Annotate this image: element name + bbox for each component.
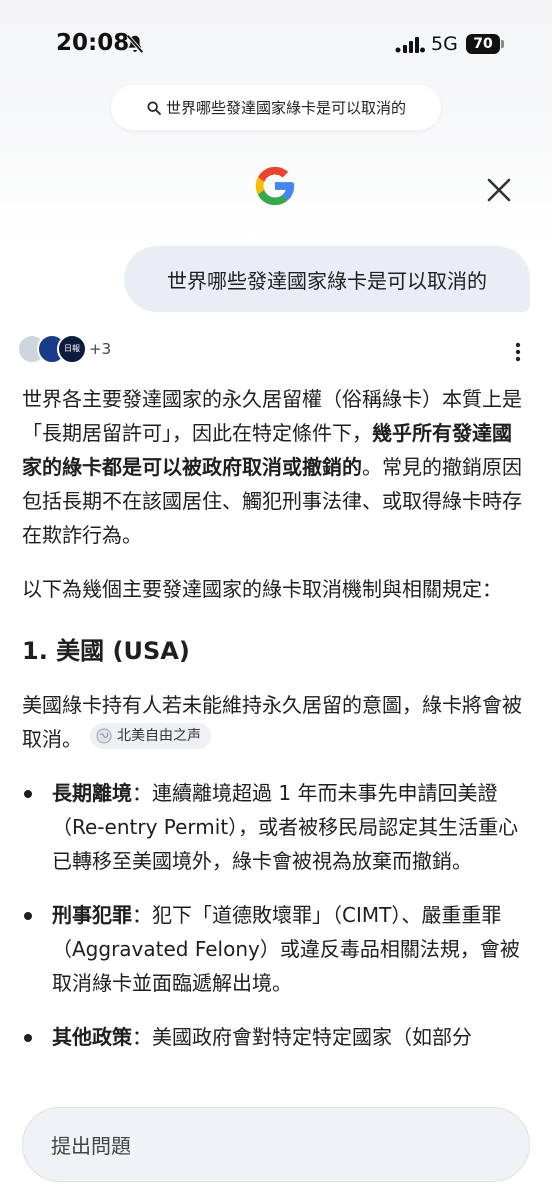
battery-level: 70 [466, 34, 500, 54]
ask-input-placeholder: 提出問題 [51, 1134, 131, 1158]
ai-answer: 世界各主要發達國家的永久居留權（俗稱綠卡）本質上是「長期居留許可」，因此在特定條… [22, 382, 530, 1074]
bullet-text: ：美國政府會對特定特定國家（如部分 [132, 1025, 472, 1049]
more-sources-count: +3 [89, 340, 112, 358]
signal-icon [395, 37, 425, 53]
source-chip[interactable]: 北美自由之声 [90, 723, 211, 749]
sources-row[interactable]: 日報 +3 [17, 334, 157, 366]
status-bar: 20:08 5G 70 [0, 0, 552, 90]
user-query-bubble: 世界哪些發達國家綠卡是可以取消的 [124, 246, 530, 312]
user-query-text: 世界哪些發達國家綠卡是可以取消的 [167, 268, 487, 293]
search-query-text: 世界哪些發達國家綠卡是可以取消的 [165, 99, 406, 117]
section-heading: 1. 美國 (USA) [22, 637, 190, 665]
bell-off-icon [126, 34, 144, 54]
source-avatar: 日報 [57, 334, 87, 364]
battery-tip [501, 40, 504, 48]
more-vertical-icon[interactable] [506, 340, 530, 364]
list-item: 長期離境：連續離境超過 1 年而未事先申請回美證（Re-entry Permit… [22, 776, 530, 878]
status-time: 20:08 [56, 30, 130, 56]
answer-lead: 以下為幾個主要發達國家的綠卡取消機制與相關規定： [22, 577, 502, 601]
close-icon[interactable] [484, 175, 514, 205]
bullet-term: 其他政策 [52, 1025, 132, 1049]
google-logo-icon [255, 166, 295, 206]
list-item: 刑事犯罪：犯下「道德敗壞罪」（CIMT）、嚴重重罪（Aggravated Fel… [22, 898, 530, 1000]
search-query-pill[interactable]: 世界哪些發達國家綠卡是可以取消的 [111, 85, 441, 130]
ask-question-input[interactable]: 提出問題 [22, 1107, 530, 1182]
battery-indicator: 70 [466, 34, 504, 54]
list-item: 其他政策：美國政府會對特定特定國家（如部分 [22, 1020, 530, 1054]
source-chip-label: 北美自由之声 [117, 728, 201, 744]
bullet-term: 刑事犯罪 [52, 903, 132, 927]
search-icon [147, 100, 161, 115]
globe-icon [96, 728, 112, 744]
section-intro: 美國綠卡持有人若未能維持永久居留的意圖，綠卡將會被取消。 北美自由之声 [22, 688, 530, 756]
answer-intro: 世界各主要發達國家的永久居留權（俗稱綠卡）本質上是「長期居留許可」，因此在特定條… [22, 382, 530, 552]
bullet-list: 長期離境：連續離境超過 1 年而未事先申請回美證（Re-entry Permit… [22, 776, 530, 1054]
bullet-term: 長期離境 [52, 781, 132, 805]
network-label: 5G [431, 33, 458, 55]
